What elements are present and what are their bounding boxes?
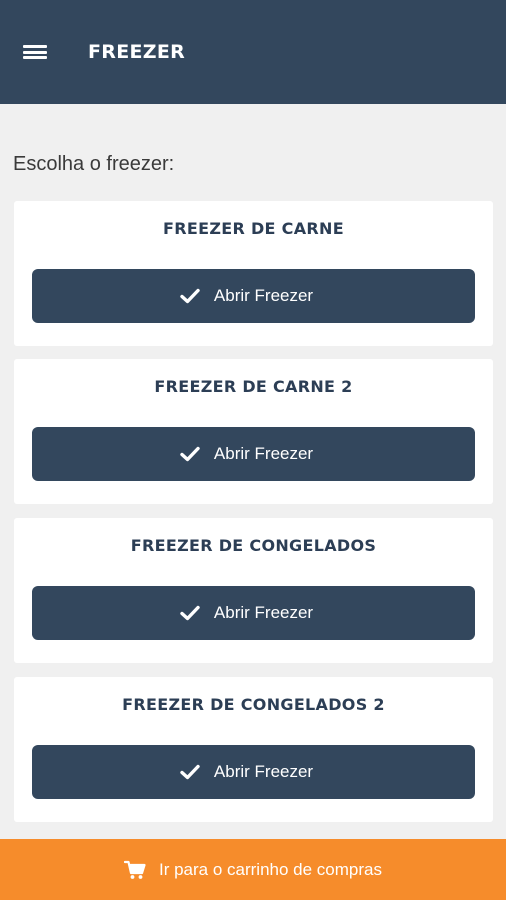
open-freezer-button[interactable]: Abrir Freezer — [32, 586, 475, 640]
freezer-card: FREEZER DE CARNE Abrir Freezer — [14, 201, 493, 346]
open-freezer-label: Abrir Freezer — [213, 603, 314, 622]
open-freezer-label: Abrir Freezer — [213, 286, 314, 305]
open-freezer-button[interactable]: Abrir Freezer — [32, 427, 475, 481]
open-freezer-label: Abrir Freezer — [213, 762, 314, 781]
go-to-cart-label: Ir para o carrinho de compras — [159, 859, 382, 879]
hamburger-menu-icon[interactable] — [23, 43, 47, 61]
shopping-cart-icon — [124, 860, 146, 879]
open-freezer-label: Abrir Freezer — [213, 444, 314, 463]
freezer-name: FREEZER DE CARNE 2 — [154, 377, 353, 396]
freezer-name: FREEZER DE CARNE — [163, 219, 344, 238]
choose-freezer-prompt: Escolha o freezer: — [13, 153, 175, 175]
freezer-card: FREEZER DE CONGELADOS 2 Abrir Freezer — [14, 677, 493, 822]
checkmark-icon — [180, 288, 200, 304]
open-freezer-button[interactable]: Abrir Freezer — [32, 269, 475, 323]
go-to-cart-button[interactable]: Ir para o carrinho de compras — [0, 839, 506, 900]
open-freezer-button[interactable]: Abrir Freezer — [32, 745, 475, 799]
freezer-card: FREEZER DE CARNE 2 Abrir Freezer — [14, 359, 493, 504]
freezer-name: FREEZER DE CONGELADOS 2 — [122, 695, 385, 714]
checkmark-icon — [180, 764, 200, 780]
checkmark-icon — [180, 446, 200, 462]
page-title: FREEZER — [88, 41, 186, 63]
app-bar: FREEZER — [0, 0, 506, 104]
checkmark-icon — [180, 605, 200, 621]
freezer-name: FREEZER DE CONGELADOS — [130, 536, 377, 555]
freezer-card: FREEZER DE CONGELADOS Abrir Freezer — [14, 518, 493, 663]
